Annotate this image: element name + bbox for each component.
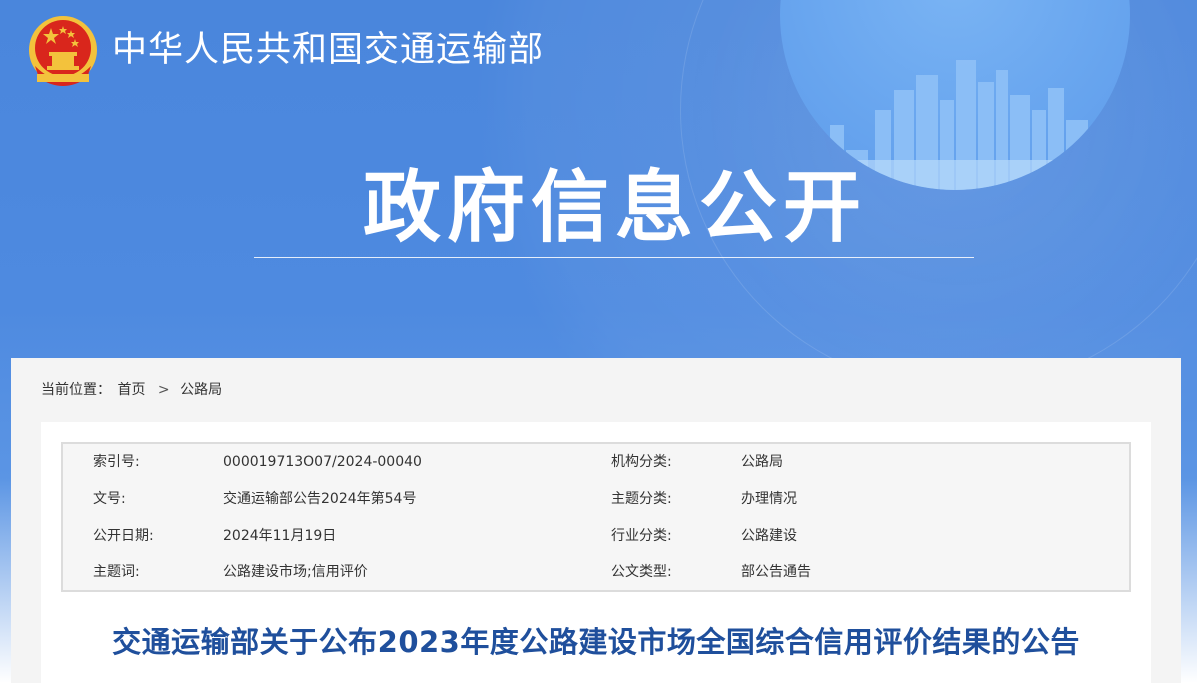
national-emblem-icon [29,16,97,86]
topic-category-label: 主题分类: [611,491,672,507]
document-title: 交通运输部关于公布2023年度公路建设市场全国综合信用评价结果的公告 [112,625,1080,659]
publish-date-value: 2024年11月19日 [223,528,337,544]
industry-category-label: 行业分类: [611,528,672,544]
metadata-table: 索引号: 000019713O07/2024-00040 机构分类: 公路局 文… [61,442,1131,592]
industry-category-value: 公路建设 [741,528,797,544]
main-content: 当前位置： 首页 > 公路局 索引号: 000019713O07/2024-00… [11,358,1181,683]
doc-type-value: 部公告通告 [741,564,811,580]
metadata-row: 索引号: 000019713O07/2024-00040 机构分类: 公路局 [63,444,1129,480]
document-card: 索引号: 000019713O07/2024-00040 机构分类: 公路局 文… [41,422,1151,683]
breadcrumb-highway-link[interactable]: 公路局 [180,382,222,398]
breadcrumb: 当前位置： 首页 > 公路局 [41,380,224,400]
doc-number-value: 交通运输部公告2024年第54号 [223,491,417,507]
site-title[interactable]: 中华人民共和国交通运输部 [112,28,544,72]
index-number-value: 000019713O07/2024-00040 [223,454,422,470]
index-number-label: 索引号: [93,454,140,470]
metadata-row: 文号: 交通运输部公告2024年第54号 主题分类: 办理情况 [63,481,1129,517]
banner-title: 政府信息公开 [362,163,867,253]
metadata-row: 主题词: 公路建设市场;信用评价 公文类型: 部公告通告 [63,554,1129,590]
breadcrumb-home-link[interactable]: 首页 [117,382,145,398]
topic-category-value: 办理情况 [741,491,797,507]
title-underline [254,257,974,258]
doc-number-label: 文号: [93,491,126,507]
org-category-label: 机构分类: [611,454,672,470]
breadcrumb-label: 当前位置： [41,382,111,398]
doc-type-label: 公文类型: [611,564,672,580]
publish-date-label: 公开日期: [93,528,154,544]
metadata-row: 公开日期: 2024年11月19日 行业分类: 公路建设 [63,518,1129,554]
keywords-label: 主题词: [93,564,140,580]
keywords-value: 公路建设市场;信用评价 [223,564,368,580]
org-category-value: 公路局 [741,454,783,470]
breadcrumb-separator: > [157,382,170,398]
